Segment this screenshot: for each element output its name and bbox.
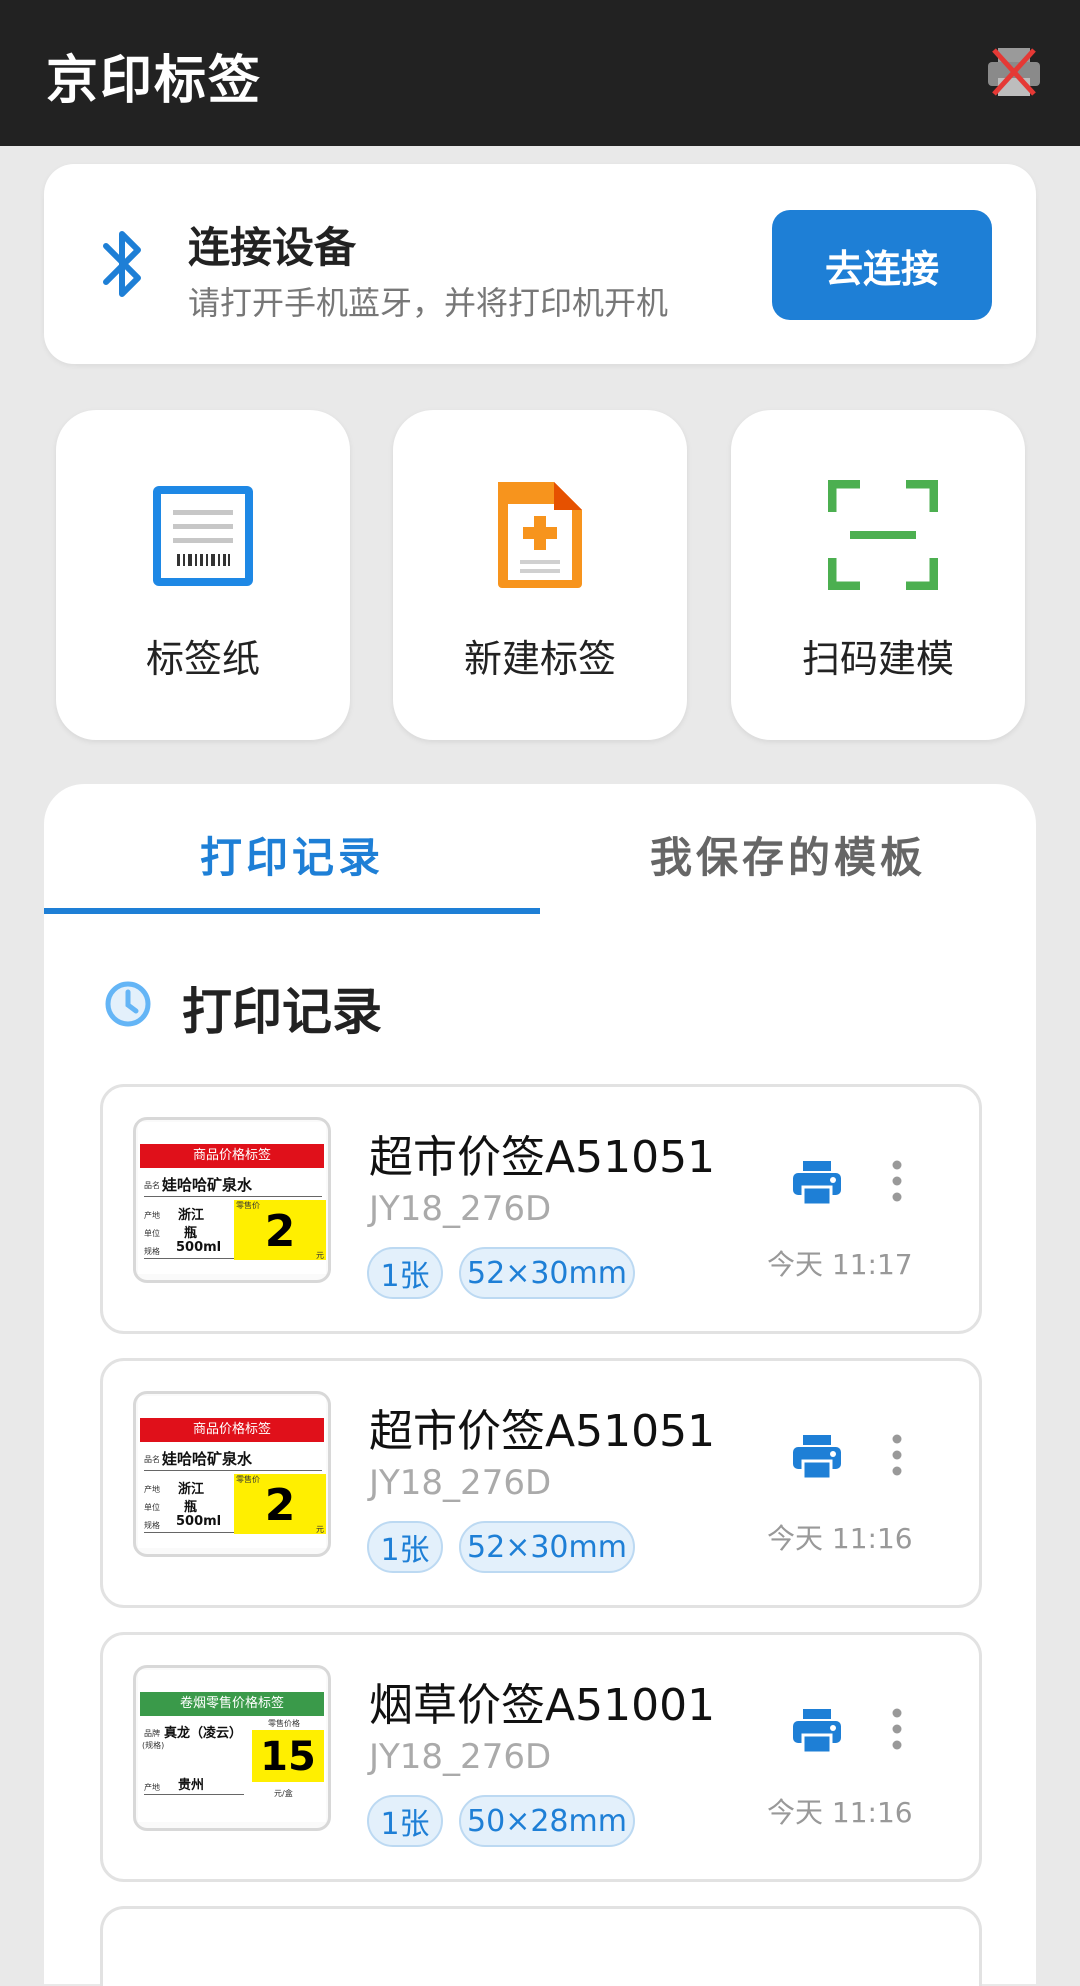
count-chip: 1张	[367, 1521, 443, 1573]
tile-scan-model[interactable]: 扫码建模	[731, 410, 1025, 740]
record-time: 今天 11:17	[767, 1248, 913, 1281]
tab-indicator	[44, 908, 540, 914]
connect-title: 连接设备	[188, 223, 357, 272]
tab-bar: 打印记录 我保存的模板	[44, 784, 1036, 916]
count-chip: 1张	[367, 1247, 443, 1299]
print-icon[interactable]	[791, 1159, 843, 1207]
bluetooth-icon	[98, 224, 148, 304]
size-chip: 50×28mm	[459, 1795, 635, 1847]
app-title: 京印标签	[46, 51, 263, 111]
new-label-icon	[490, 480, 590, 590]
tab-saved-templates[interactable]: 我保存的模板	[540, 824, 1036, 885]
print-icon[interactable]	[791, 1707, 843, 1755]
size-chip: 52×30mm	[459, 1521, 635, 1573]
clock-icon	[104, 980, 152, 1028]
record-name: 超市价签A51051	[369, 1406, 716, 1457]
thumb-header: 卷烟零售价格标签	[140, 1692, 324, 1716]
record-card[interactable]	[100, 1906, 982, 1986]
thumb-header: 商品价格标签	[140, 1144, 324, 1168]
record-model: JY18_276D	[369, 1737, 552, 1777]
record-name: 烟草价签A51001	[369, 1680, 716, 1731]
label-thumbnail: 商品价格标签 品名 娃哈哈矿泉水 产地 浙江 单位 瓶 规格 500ml 2 零…	[133, 1117, 331, 1283]
print-icon[interactable]	[791, 1433, 843, 1481]
more-options-icon[interactable]	[889, 1433, 905, 1477]
tile-label: 新建标签	[463, 637, 616, 681]
more-options-icon[interactable]	[889, 1707, 905, 1751]
label-thumbnail: 商品价格标签 品名 娃哈哈矿泉水 产地 浙江 单位 瓶 规格 500ml 2 零…	[133, 1391, 331, 1557]
tile-label-paper[interactable]: 标签纸	[56, 410, 350, 740]
printer-disconnected-icon[interactable]	[984, 44, 1044, 100]
record-model: JY18_276D	[369, 1189, 552, 1229]
app-bar: 京印标签	[0, 0, 1080, 146]
size-chip: 52×30mm	[459, 1247, 635, 1299]
record-time: 今天 11:16	[767, 1796, 913, 1829]
record-time: 今天 11:16	[767, 1522, 913, 1555]
records-panel: 打印记录 我保存的模板 打印记录 商品价格标签 品名 娃哈哈矿泉水 产地 浙江 …	[44, 784, 1036, 1986]
tab-print-records[interactable]: 打印记录	[44, 824, 540, 885]
tile-new-label[interactable]: 新建标签	[393, 410, 687, 740]
scan-icon	[827, 479, 939, 591]
label-paper-icon	[153, 480, 253, 590]
count-chip: 1张	[367, 1795, 443, 1847]
label-thumbnail: 卷烟零售价格标签 品牌 (规格) 真龙（凌云） 产地 贵州 零售价格 15 元/…	[133, 1665, 331, 1831]
connect-device-card: 连接设备 请打开手机蓝牙，并将打印机开机 去连接	[44, 164, 1036, 364]
connect-subtitle: 请打开手机蓝牙，并将打印机开机	[188, 284, 669, 322]
record-name: 超市价签A51051	[369, 1132, 716, 1183]
record-card[interactable]: 商品价格标签 品名 娃哈哈矿泉水 产地 浙江 单位 瓶 规格 500ml 2 零…	[100, 1358, 982, 1608]
more-options-icon[interactable]	[889, 1159, 905, 1203]
record-model: JY18_276D	[369, 1463, 552, 1503]
record-card[interactable]: 卷烟零售价格标签 品牌 (规格) 真龙（凌云） 产地 贵州 零售价格 15 元/…	[100, 1632, 982, 1882]
tile-label: 标签纸	[145, 637, 260, 681]
thumb-header: 商品价格标签	[140, 1418, 324, 1442]
section-title: 打印记录	[182, 983, 382, 1041]
connect-button[interactable]: 去连接	[772, 210, 992, 320]
record-card[interactable]: 商品价格标签 品名 娃哈哈矿泉水 产地 浙江 单位 瓶 规格 500ml 2 零…	[100, 1084, 982, 1334]
thumb-price: 15	[252, 1730, 324, 1782]
tile-label: 扫码建模	[801, 637, 954, 681]
